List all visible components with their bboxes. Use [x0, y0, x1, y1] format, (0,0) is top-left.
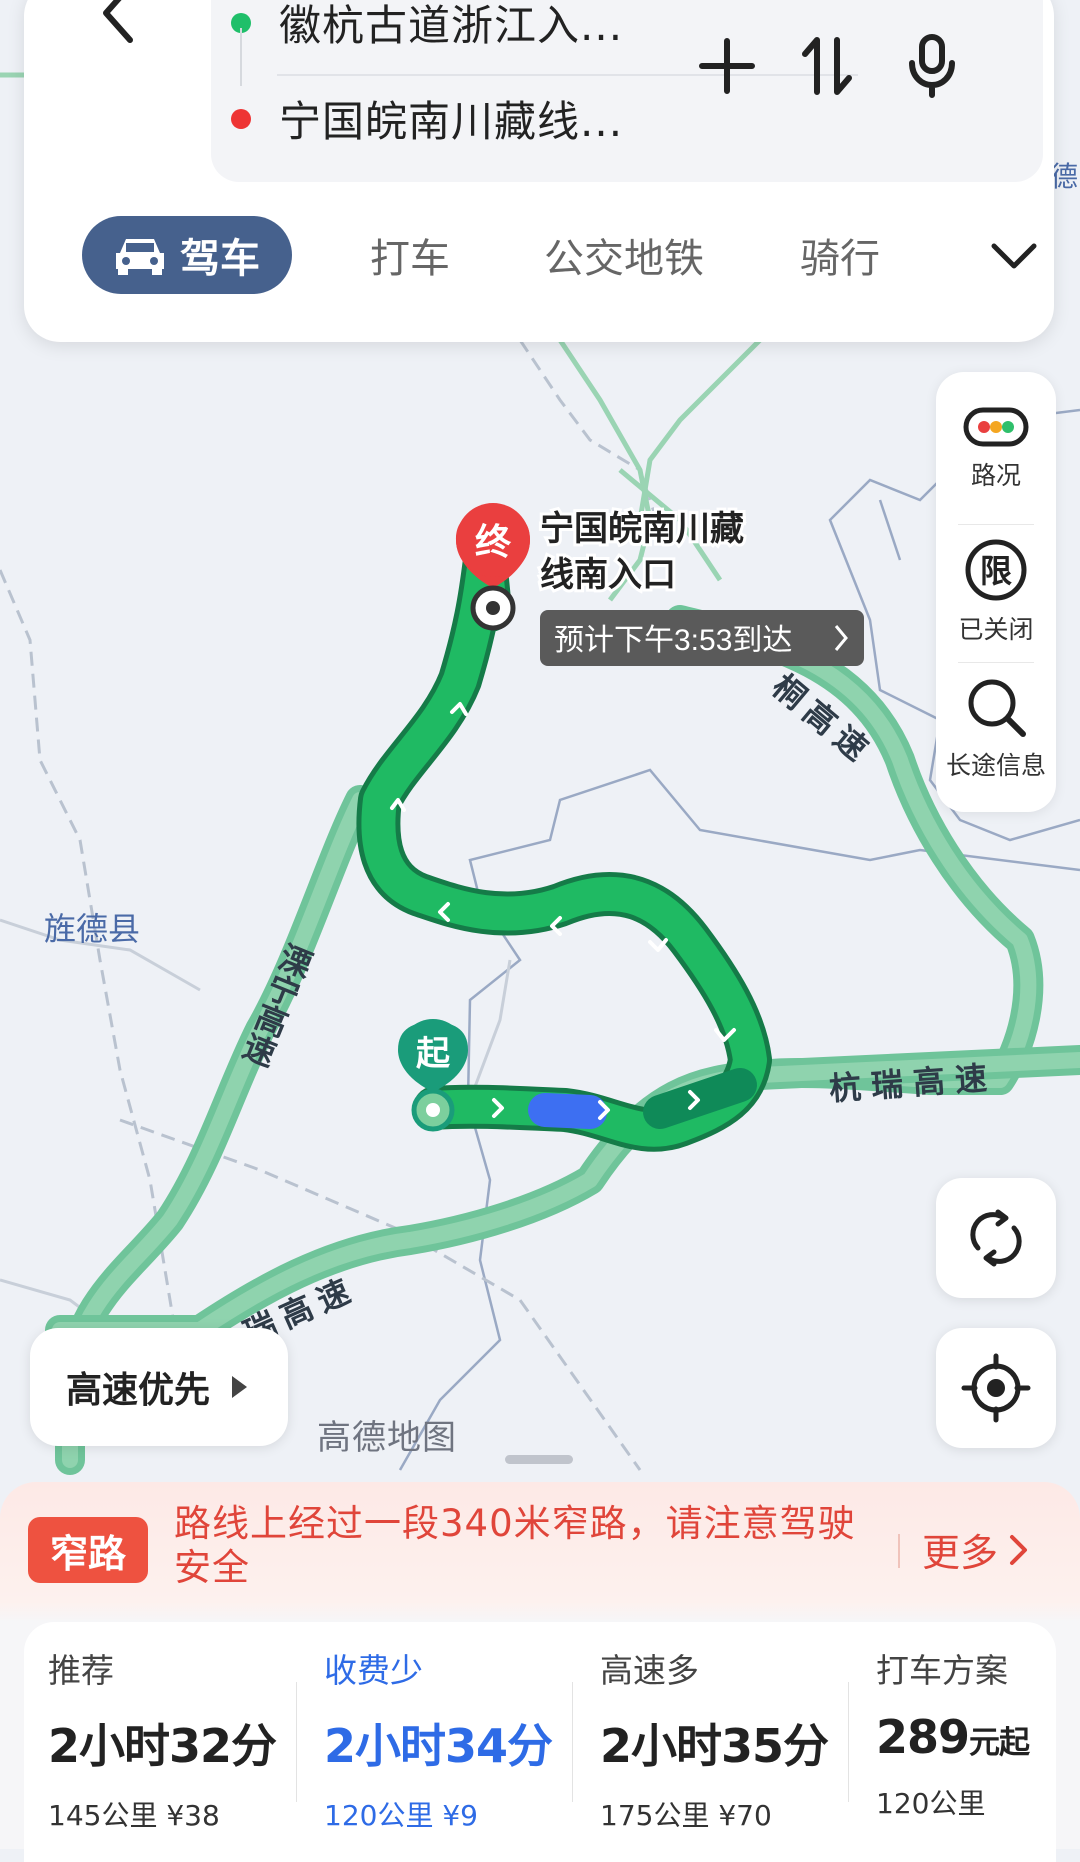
traffic-button[interactable]: 路况: [936, 406, 1056, 542]
voice-input-button[interactable]: [896, 30, 968, 102]
route-option-low-toll[interactable]: 收费少 2小时34分 120公里 ¥9: [324, 1644, 564, 1834]
end-dot-icon: [231, 108, 251, 129]
notice-more-button[interactable]: 更多: [922, 1522, 1030, 1577]
svg-text:限: 限: [980, 553, 1012, 589]
map-watermark: 高德地图: [317, 1418, 457, 1458]
end-point-row[interactable]: 宁国皖南川藏线...: [231, 88, 623, 149]
more-modes-button[interactable]: [986, 228, 1042, 284]
route-option-label: 收费少: [324, 1651, 423, 1690]
route-option-taxi[interactable]: 打车方案 289元起 120公里: [876, 1644, 1046, 1822]
route-option-label: 高速多: [600, 1651, 699, 1690]
end-marker-text: 终: [475, 521, 512, 562]
travel-mode-tabs: 驾车 打车 公交地铁 骑行: [82, 216, 1042, 294]
route-option-time: 2小时34分: [324, 1719, 553, 1773]
destination-name-line2: 线南入口: [540, 556, 676, 594]
eta-bubble[interactable]: 预计下午3:53到达: [540, 610, 864, 666]
add-waypoint-button[interactable]: [691, 30, 763, 102]
swap-route-button[interactable]: [791, 30, 863, 102]
restriction-icon: 限: [965, 539, 1027, 601]
narrow-road-notice: 路线上经过一段340米窄路，请注意驾驶安全: [174, 1502, 856, 1589]
tab-transit[interactable]: 公交地铁: [544, 216, 704, 294]
tab-drive[interactable]: 驾车: [82, 216, 292, 294]
microphone-icon: [909, 34, 955, 98]
restriction-button[interactable]: 限 已关闭: [936, 538, 1056, 674]
route-option-label: 打车方案: [876, 1651, 1008, 1690]
option-divider: [572, 1682, 573, 1802]
eta-text: 预计下午3:53到达: [554, 624, 792, 657]
car-icon: [112, 233, 168, 277]
tab-cycling[interactable]: 骑行: [800, 216, 880, 294]
start-point-row[interactable]: 徽杭古道浙江入...: [231, 0, 623, 53]
refresh-icon: [970, 1209, 1022, 1267]
option-divider: [848, 1682, 849, 1802]
caret-right-icon: [232, 1376, 248, 1398]
route-option-meta: 175公里 ¥70: [600, 1799, 772, 1832]
route-option-meta: 120公里 ¥9: [324, 1799, 478, 1832]
tab-drive-label: 驾车: [180, 236, 260, 282]
county-label: 旌德县: [44, 911, 140, 947]
option-divider: [296, 1682, 297, 1802]
long-trip-info-button[interactable]: 长途信息: [936, 676, 1056, 812]
destination-name-line1: 宁国皖南川藏: [540, 510, 744, 548]
panel-divider: [958, 662, 1034, 663]
route-preference-button[interactable]: 高速优先: [30, 1328, 288, 1446]
narrow-road-badge: 窄路: [28, 1517, 148, 1583]
end-point-text: 宁国皖南川藏线...: [279, 97, 624, 146]
map-edge-label: 德: [1050, 161, 1078, 192]
route-option-highway[interactable]: 高速多 2小时35分 175公里 ¥70: [600, 1644, 840, 1834]
route-option-meta: 120公里: [876, 1787, 986, 1820]
swap-icon: [802, 37, 852, 95]
panel-divider: [958, 524, 1034, 525]
notice-more-label: 更多: [922, 1531, 999, 1575]
refresh-route-button[interactable]: [936, 1178, 1056, 1298]
route-bottom-sheet: 窄路 路线上经过一段340米窄路，请注意驾驶安全 更多 推荐 2小时32分 14…: [0, 1482, 1080, 1862]
route-option-meta: 145公里 ¥38: [48, 1799, 220, 1832]
back-arrow-icon: [103, 0, 133, 43]
taxi-price-unit: 元起: [969, 1725, 1030, 1761]
route-search-card: 徽杭古道浙江入... 宁国皖南川藏线... 驾车 打车 公交地铁 骑行: [24, 0, 1054, 342]
route-option-label: 推荐: [48, 1651, 114, 1690]
search-icon: [968, 679, 1026, 737]
start-marker-text: 起: [416, 1035, 451, 1073]
traffic-label: 路况: [970, 461, 1021, 490]
restriction-label: 已关闭: [958, 615, 1034, 644]
sheet-drag-handle[interactable]: [505, 1455, 573, 1464]
route-connector: [240, 28, 242, 86]
route-option-recommended[interactable]: 推荐 2小时32分 145公里 ¥38: [48, 1644, 288, 1834]
back-button[interactable]: [94, 0, 142, 46]
route-input-divider: [277, 74, 858, 76]
tab-taxi[interactable]: 打车: [370, 216, 450, 294]
route-options: 推荐 2小时32分 145公里 ¥38 收费少 2小时34分 120公里 ¥9 …: [24, 1622, 1056, 1862]
chevron-down-icon: [991, 243, 1037, 269]
route-option-time: 2小时32分: [48, 1719, 277, 1773]
route-preference-label: 高速优先: [66, 1370, 211, 1411]
plus-icon: [699, 38, 755, 94]
start-point-text: 徽杭古道浙江入...: [279, 1, 624, 50]
long-trip-info-label: 长途信息: [945, 751, 1046, 780]
route-option-time: 2小时35分: [600, 1719, 829, 1773]
notice-divider: [898, 1534, 900, 1568]
taxi-price: 289元起: [876, 1710, 1046, 1764]
locate-icon: [961, 1353, 1031, 1423]
taxi-price-value: 289: [876, 1710, 970, 1764]
route-input-box: 徽杭古道浙江入... 宁国皖南川藏线...: [211, 0, 1043, 182]
traffic-light-icon: [963, 407, 1029, 447]
chevron-right-icon: [1010, 1534, 1028, 1565]
map-tools-panel: 路况 限 已关闭 长途信息: [936, 372, 1056, 812]
locate-me-button[interactable]: [936, 1328, 1056, 1448]
